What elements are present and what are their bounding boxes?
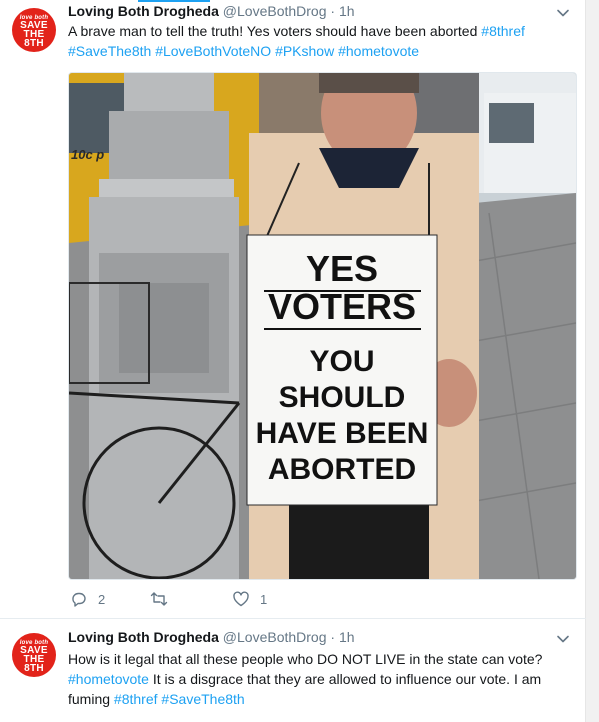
avatar-line-3: 8TH: [24, 663, 44, 674]
author-name[interactable]: Loving Both Drogheda: [68, 3, 219, 19]
tweet-text-body: How is it legal that all these people wh…: [68, 651, 543, 667]
timestamp[interactable]: 1h: [339, 629, 355, 645]
hashtag-link[interactable]: #PKshow: [275, 43, 334, 59]
reply-button[interactable]: 2: [70, 590, 105, 608]
hashtag-link[interactable]: #hometovote: [338, 43, 419, 59]
author-name[interactable]: Loving Both Drogheda: [68, 629, 219, 645]
avatar[interactable]: love both SAVE THE 8TH: [12, 8, 56, 52]
tweet-header: Loving Both Drogheda @LoveBothDrog · 1h: [68, 629, 355, 645]
hashtag-link[interactable]: #SaveThe8th: [161, 691, 244, 707]
sign-line: YOU: [309, 345, 374, 378]
author-handle[interactable]: @LoveBothDrog: [223, 629, 327, 645]
sign-line: ABORTED: [268, 453, 416, 486]
tweet-header: Loving Both Drogheda @LoveBothDrog · 1h: [68, 3, 355, 19]
sign-line: VOTERS: [268, 286, 416, 327]
avatar[interactable]: love both SAVE THE 8TH: [12, 633, 56, 677]
svg-text:10c p: 10c p: [71, 147, 104, 162]
reply-icon: [72, 592, 86, 607]
avatar-line-3: 8TH: [24, 38, 44, 49]
chevron-down-icon[interactable]: [556, 6, 570, 20]
retweet-button[interactable]: [150, 590, 178, 608]
scrollbar[interactable]: [585, 0, 599, 722]
retweet-icon: [150, 592, 168, 606]
like-count: 1: [260, 591, 268, 607]
reply-count: 2: [98, 591, 106, 607]
tweet-text-body: A brave man to tell the truth! Yes voter…: [68, 23, 478, 39]
like-button[interactable]: 1: [232, 590, 267, 608]
tweet-photo[interactable]: 10c p YES VOTERS YOU SHOULD HAVE BEEN AB…: [68, 72, 577, 580]
tweet-text: How is it legal that all these people wh…: [68, 649, 568, 709]
tweet[interactable]: love both SAVE THE 8TH Loving Both Drogh…: [0, 0, 586, 619]
heart-icon: [233, 591, 249, 607]
hashtag-link[interactable]: #SaveThe8th: [68, 43, 151, 59]
sign-line: HAVE BEEN: [256, 417, 429, 450]
chevron-down-icon[interactable]: [556, 632, 570, 646]
hashtag-link[interactable]: #hometovote: [68, 671, 149, 687]
tweet[interactable]: love both SAVE THE 8TH Loving Both Drogh…: [0, 619, 586, 722]
photo-man-with-sign: 10c p YES VOTERS YOU SHOULD HAVE BEEN AB…: [69, 73, 576, 579]
sign-line: YES: [306, 248, 378, 289]
tweet-text: A brave man to tell the truth! Yes voter…: [68, 21, 568, 61]
sign-line: SHOULD: [279, 381, 406, 414]
hashtag-link[interactable]: #8thref: [481, 23, 525, 39]
author-handle[interactable]: @LoveBothDrog: [223, 3, 327, 19]
separator-dot: ·: [330, 3, 336, 19]
hashtag-link[interactable]: #LoveBothVoteNO: [155, 43, 271, 59]
separator-dot: ·: [330, 629, 336, 645]
hashtag-link[interactable]: #8thref: [114, 691, 158, 707]
timestamp[interactable]: 1h: [339, 3, 355, 19]
